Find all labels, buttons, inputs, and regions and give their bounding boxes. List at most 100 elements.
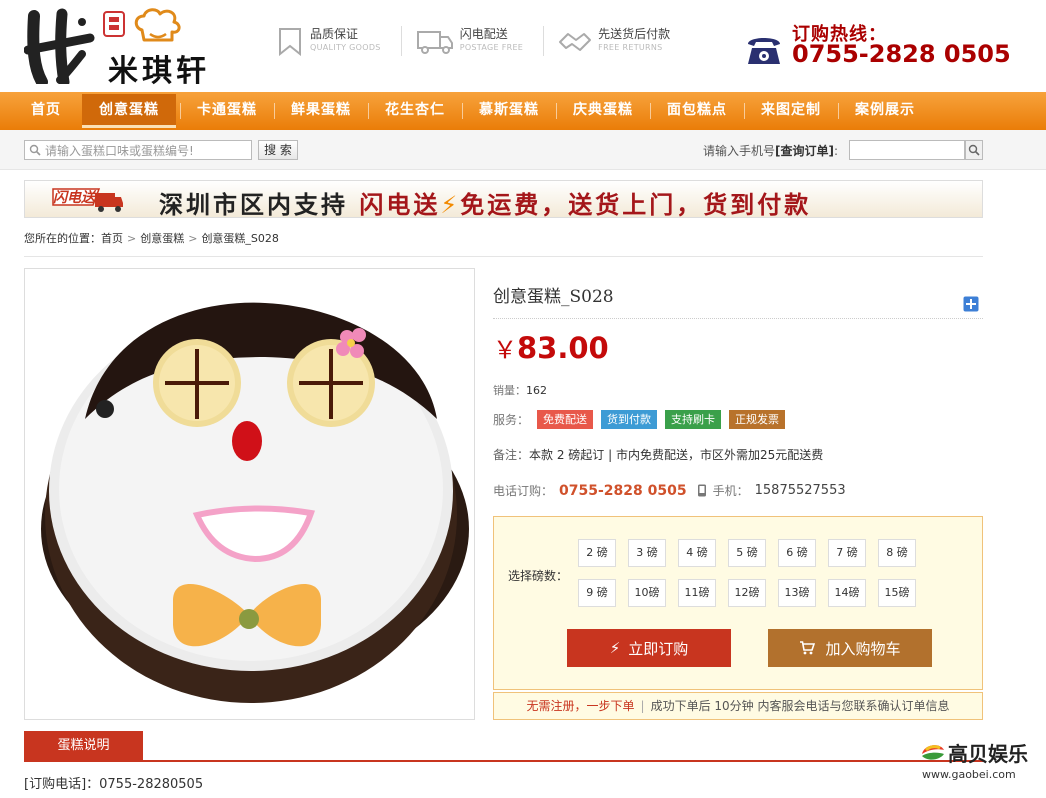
breadcrumb-label: 您所在的位置： (24, 232, 101, 245)
price-value: 83.00 (517, 331, 609, 365)
nav-item-celebration-cakes[interactable]: 庆典蛋糕 (556, 92, 650, 130)
nav-item-bread-pastries[interactable]: 面包糕点 (650, 92, 744, 130)
sales-value: 162 (526, 384, 547, 397)
hotline-number: 0755-2828 0505 (792, 40, 1011, 68)
logo-mark-icon (24, 8, 95, 84)
search-input[interactable]: 请输入蛋糕口味或蛋糕编号! (24, 140, 252, 160)
watermark-url: www.gaobei.com (922, 768, 1016, 781)
sales-count: 销量：162 (493, 382, 547, 398)
weight-option[interactable]: 8 磅 (878, 539, 916, 567)
breadcrumb: 您所在的位置：首页 > 创意蛋糕 > 创意蛋糕_S028 (24, 230, 279, 246)
phone-value: 0755-2828 0505 (559, 482, 687, 499)
tab-underline (24, 760, 983, 762)
note-text: 本款 2 磅起订 | 市内免费配送，市区外需加25元配送费 (529, 448, 824, 462)
nav-item-home[interactable]: 首页 (14, 92, 78, 130)
tab-cake-description[interactable]: 蛋糕说明 (24, 731, 143, 761)
service-tag-free-delivery: 免费配送 (537, 410, 594, 429)
nav-item-custom-design[interactable]: 来图定制 (744, 92, 838, 130)
divider (24, 256, 983, 257)
sales-label: 销量： (493, 384, 526, 397)
add-to-cart-button[interactable]: 加入购物车 (768, 629, 932, 667)
weight-option[interactable]: 9 磅 (578, 579, 616, 607)
order-query-suffix: : (834, 144, 839, 158)
bookmark-icon (279, 28, 301, 56)
site-logo[interactable]: 米琪轩 (24, 8, 234, 89)
telephone-icon (748, 38, 780, 64)
chevron-right-icon: > (188, 232, 198, 245)
weight-option[interactable]: 14磅 (828, 579, 866, 607)
banner-text-a: 深圳市区内支持 (159, 191, 348, 219)
banner-text-b: 闪电送 (359, 191, 441, 219)
feature-title: 品质保证 (310, 27, 359, 41)
search-icon (29, 144, 41, 156)
search-button[interactable]: 搜 索 (258, 140, 298, 160)
feature-subtitle: POSTAGE FREE (459, 43, 524, 52)
weight-option[interactable]: 11磅 (678, 579, 716, 607)
cart-icon (800, 641, 816, 655)
nav-item-fruit-cakes[interactable]: 鲜果蛋糕 (274, 92, 368, 130)
weight-option[interactable]: 3 磅 (628, 539, 666, 567)
order-query-prefix: 请输入手机号 (703, 144, 776, 158)
delivery-banner: 闪电送 深圳市区内支持 闪电送⚡免运费，送货上门，货到付款 (24, 180, 983, 220)
nav-item-cases[interactable]: 案例展示 (838, 92, 932, 130)
order-query-link[interactable]: [查询订单] (775, 144, 834, 158)
buy-now-label: 立即订购 (628, 639, 689, 658)
nav-item-mousse-cakes[interactable]: 慕斯蛋糕 (462, 92, 556, 130)
watermark: 高贝娱乐 www.gaobei.com (918, 738, 1034, 788)
weight-option[interactable]: 13磅 (778, 579, 816, 607)
separator: | (640, 699, 645, 713)
feature-delivery: 闪电配送 POSTAGE FREE (400, 26, 524, 56)
breadcrumb-item-home[interactable]: 首页 (101, 232, 123, 245)
watermark-name: 高贝娱乐 (948, 742, 1028, 766)
weight-option[interactable]: 6 磅 (778, 539, 816, 567)
handshake-icon (559, 33, 592, 51)
notice-highlight: 无需注册，一步下单 (526, 699, 635, 713)
notice-text: 成功下单后 10分钟 内客服会电话与您联系确认订单信息 (650, 699, 950, 713)
product-image[interactable] (24, 268, 475, 720)
weight-option[interactable]: 2 磅 (578, 539, 616, 567)
weight-option[interactable]: 5 磅 (728, 539, 766, 567)
site-header: 米琪轩 品质保证 QUALITY GOODS 闪电配送 POSTAGE FREE (0, 0, 1046, 92)
nav-item-creative-cakes[interactable]: 创意蛋糕 (82, 94, 176, 128)
chef-hat-icon (134, 8, 181, 42)
price-currency: ￥ (493, 336, 517, 364)
feature-subtitle: QUALITY GOODS (310, 43, 381, 52)
order-notice: 无需注册，一步下单 | 成功下单后 10分钟 内客服会电话与您联系确认订单信息 (493, 692, 983, 720)
feature-title: 闪电配送 (459, 27, 508, 41)
service-tag-cash-on-delivery: 货到付款 (601, 410, 658, 429)
mobile-label: 手机： (712, 484, 749, 498)
product-title: 创意蛋糕_S028 (493, 287, 614, 307)
order-query-label: 请输入手机号[查询订单]: (703, 142, 838, 159)
weight-label: 选择磅数： (508, 569, 569, 583)
buy-now-button[interactable]: ⚡ 立即订购 (567, 629, 731, 667)
banner-text-c: 免运费，送货上门，货到付款 (460, 191, 812, 219)
product-price: ￥83.00 (493, 330, 609, 365)
mobile-phone-icon (697, 484, 706, 497)
weight-option[interactable]: 4 磅 (678, 539, 716, 567)
share-plus-icon[interactable] (963, 296, 979, 312)
divider (493, 318, 983, 319)
chevron-right-icon: > (127, 232, 137, 245)
feature-title: 先送货后付款 (598, 27, 671, 41)
weight-selector: 选择磅数： 2 磅 3 磅 4 磅 5 磅 6 磅 7 磅 8 磅 9 磅 10… (493, 516, 983, 690)
logo-text: 米琪轩 (108, 54, 210, 89)
contact-info: 电话订购： 0755-2828 0505 手机： 15875527553 (493, 482, 846, 499)
order-phone-input[interactable] (849, 140, 965, 160)
note-label: 备注： (493, 448, 530, 462)
truck-icon (416, 31, 453, 54)
service-tag-invoice: 正规发票 (729, 410, 786, 429)
nav-item-peanut-almond[interactable]: 花生杏仁 (368, 92, 462, 130)
breadcrumb-item-category[interactable]: 创意蛋糕 (140, 232, 184, 245)
weight-option[interactable]: 12磅 (728, 579, 766, 607)
nav-item-cartoon-cakes[interactable]: 卡通蛋糕 (180, 92, 274, 130)
weight-option[interactable]: 15磅 (878, 579, 916, 607)
add-to-cart-label: 加入购物车 (825, 639, 901, 658)
order-search-button[interactable] (965, 140, 983, 160)
search-bar: 请输入蛋糕口味或蛋糕编号! 搜 索 请输入手机号[查询订单]: (0, 130, 1046, 170)
feature-quality: 品质保证 QUALITY GOODS (276, 26, 381, 56)
weight-option[interactable]: 7 磅 (828, 539, 866, 567)
search-placeholder: 请输入蛋糕口味或蛋糕编号! (45, 143, 194, 158)
weight-option[interactable]: 10磅 (628, 579, 666, 607)
banner-text: 深圳市区内支持 闪电送⚡免运费，送货上门，货到付款 (159, 185, 811, 220)
watermark-logo-icon (922, 745, 944, 760)
